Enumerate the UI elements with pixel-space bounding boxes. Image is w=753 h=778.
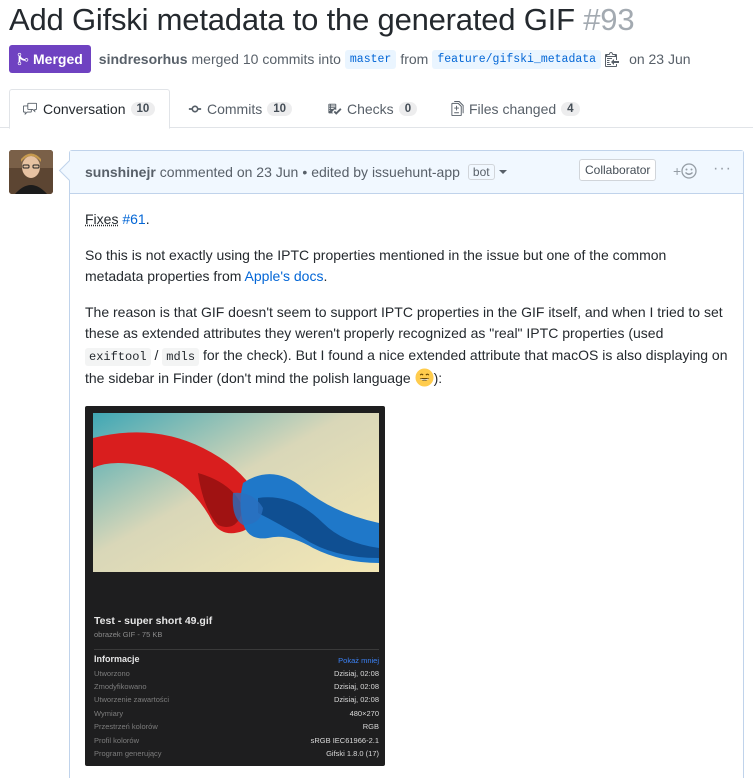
pr-title-text: Add Gifski metadata to the generated GIF (9, 2, 575, 37)
merger-link[interactable]: sindresorhus (99, 51, 188, 67)
file-diff-icon (451, 101, 464, 116)
mdls-code: mdls (162, 348, 199, 366)
merge-date: on 23 Jun (629, 51, 691, 67)
info-value: Gifski 1.8.0 (17) (326, 749, 379, 762)
comment-bullet: • (302, 164, 307, 180)
tab-conversation-label: Conversation (43, 101, 126, 117)
info-row: Zmodyfikowano Dzisiaj, 02:08 (94, 682, 379, 695)
tab-checks-label: Checks (347, 101, 394, 117)
reaction-plus: + (673, 163, 681, 179)
comment-author[interactable]: sunshinejr (85, 164, 156, 180)
paragraph-2-suffix: . (323, 268, 327, 284)
info-value: RGB (363, 722, 379, 735)
tab-conversation-count: 10 (131, 102, 156, 116)
comment-header: sunshinejr commented on 23 Jun • edited … (70, 151, 743, 194)
file-type: obrazek GIF - 75 KB (94, 630, 162, 639)
chevron-down-icon[interactable] (499, 170, 507, 174)
info-key: Zmodyfikowano (94, 682, 147, 695)
tab-checks-count: 0 (399, 102, 417, 116)
info-key: Program generujący (94, 749, 162, 762)
collaborator-badge: Collaborator (579, 159, 656, 181)
info-value: Dzisiaj, 02:08 (334, 682, 379, 695)
paragraph-3-a: The reason is that GIF doesn't seem to s… (85, 304, 723, 342)
paragraph-2-text: So this is not exactly using the IPTC pr… (85, 247, 666, 285)
pr-meta: Merged sindresorhus merged 10 commits in… (9, 45, 695, 73)
issue-link[interactable]: #61 (122, 211, 145, 227)
code-slash: / (155, 347, 159, 363)
merged-badge: Merged (9, 45, 91, 73)
info-heading: Informacje (94, 654, 140, 664)
info-key: Utworzono (94, 669, 130, 682)
paragraph-3: The reason is that GIF doesn't seem to s… (85, 302, 728, 390)
info-divider (94, 649, 379, 650)
paragraph-2: So this is not exactly using the IPTC pr… (85, 245, 728, 288)
fixes-prefix: Fixes (85, 211, 118, 227)
info-value: Dzisiaj, 02:08 (334, 669, 379, 682)
smile-emoji-icon (415, 368, 434, 387)
base-branch[interactable]: master (345, 50, 396, 69)
info-row: Utworzono Dzisiaj, 02:08 (94, 669, 379, 682)
comment-action[interactable]: commented on 23 Jun (160, 164, 299, 180)
tab-checks[interactable]: Checks 0 (315, 89, 429, 128)
tab-commits-count: 10 (267, 102, 292, 116)
info-row: Program generujący Gifski 1.8.0 (17) (94, 749, 379, 762)
info-key: Utworzenie zawartości (94, 695, 169, 708)
fixes-paragraph: Fixes #61. (85, 209, 728, 231)
tab-conversation[interactable]: Conversation 10 (9, 89, 170, 129)
merged-label: Merged (33, 51, 83, 67)
avatar[interactable] (9, 150, 53, 194)
fixes-suffix: . (146, 211, 150, 227)
info-row: Utworzenie zawartości Dzisiaj, 02:08 (94, 695, 379, 708)
tab-commits-label: Commits (207, 101, 262, 117)
clipboard-icon[interactable] (605, 51, 619, 67)
paragraph-3-end: ): (434, 370, 443, 386)
tab-commits[interactable]: Commits 10 (176, 89, 304, 128)
pr-tabs: Conversation 10 Commits 10 Checks 0 File… (0, 89, 753, 128)
comment-body: Fixes #61. So this is not exactly using … (70, 209, 743, 390)
tab-files-changed-count: 4 (561, 102, 579, 116)
smiley-icon (681, 163, 697, 179)
apple-docs-link[interactable]: Apple's docs (245, 268, 324, 284)
info-value: 480×270 (350, 709, 379, 722)
comment-edited[interactable]: edited by issuehunt-app (311, 164, 460, 180)
info-key: Przestrzeń kolorów (94, 722, 158, 735)
info-row: Przestrzeń kolorów RGB (94, 722, 379, 735)
merge-icon (17, 52, 29, 66)
more-options-icon[interactable]: ··· (713, 160, 732, 178)
tab-files-changed-label: Files changed (469, 101, 556, 117)
bot-label: bot (468, 164, 495, 180)
info-key: Profil kolorów (94, 736, 139, 749)
commit-icon (188, 102, 202, 116)
file-name: Test - super short 49.gif (94, 615, 212, 627)
show-less-link: Pokaż mniej (338, 656, 379, 665)
info-row: Profil kolorów sRGB IEC61966-2.1 (94, 736, 379, 749)
comment: sunshinejr commented on 23 Jun • edited … (69, 150, 744, 778)
pr-number: #93 (583, 2, 634, 37)
preview-image (93, 413, 379, 572)
tab-files-changed[interactable]: Files changed 4 (439, 89, 592, 128)
exiftool-code: exiftool (85, 348, 151, 366)
comment-discussion-icon (22, 102, 38, 116)
checklist-icon (327, 102, 342, 116)
from-text: from (400, 51, 428, 67)
pr-title: Add Gifski metadata to the generated GIF… (9, 2, 634, 38)
info-value: Dzisiaj, 02:08 (334, 695, 379, 708)
merged-text: merged 10 commits into (192, 51, 341, 67)
info-row: Wymiary 480×270 (94, 709, 379, 722)
info-value: sRGB IEC61966-2.1 (311, 736, 379, 749)
info-key: Wymiary (94, 709, 123, 722)
head-branch[interactable]: feature/gifski_metadata (432, 50, 601, 69)
finder-screenshot[interactable]: Test - super short 49.gif obrazek GIF - … (85, 406, 385, 766)
add-reaction-button[interactable]: + (673, 163, 697, 179)
